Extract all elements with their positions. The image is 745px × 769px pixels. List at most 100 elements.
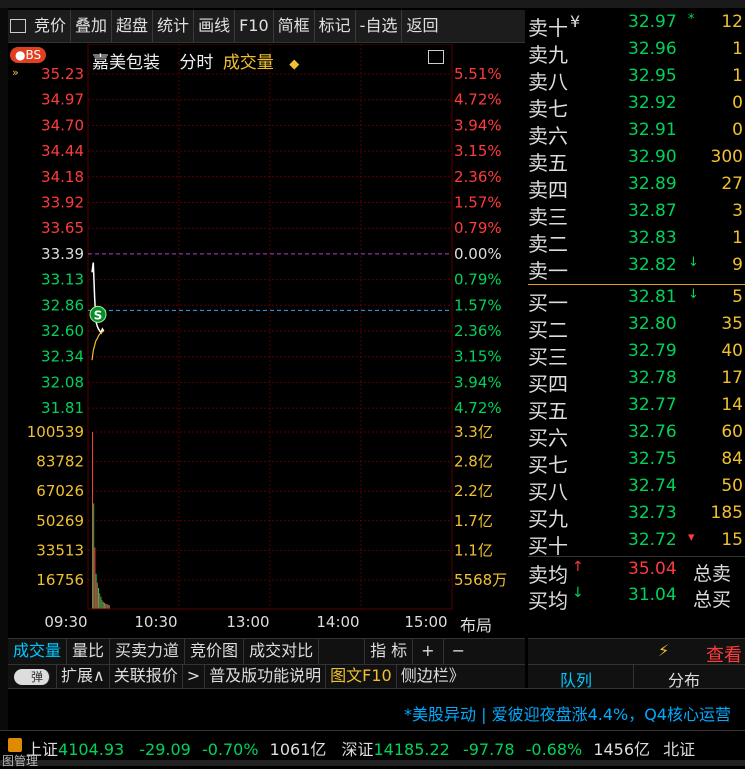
asks-row[interactable]: 卖八 32.95 1 bbox=[528, 66, 745, 94]
feature-description-link[interactable]: 普及版功能说明 bbox=[205, 665, 327, 689]
bids-price: 32.74 bbox=[628, 476, 677, 496]
price-tick-label: 32.60 bbox=[41, 322, 84, 340]
chart-indicator[interactable]: 成交量 bbox=[223, 53, 274, 73]
tab-volume-ratio[interactable]: 量比 bbox=[67, 639, 111, 665]
intraday-chart[interactable]: 35.23 5.51% 34.97 4.72% 34.70 3.94% 34.44 3.15%… bbox=[8, 44, 525, 639]
asks-level-label: 卖十 bbox=[528, 16, 568, 40]
sh-index[interactable]: 上证4104.93 -29.09 -0.70% 1061亿 深证14185.22… bbox=[26, 736, 695, 760]
related-quotes-button[interactable]: 关联报价 bbox=[110, 665, 183, 689]
bids-volume: 17 bbox=[721, 368, 743, 388]
chart-canvas: 35.23 5.51% 34.97 4.72% 34.70 3.94% 34.44 3.15%… bbox=[27, 44, 507, 631]
asks-volume: 12 bbox=[721, 12, 743, 32]
asks-price: 32.91 bbox=[628, 120, 677, 140]
time-tick-label: 15:00 bbox=[404, 613, 447, 631]
volume-tick-label: 67026 bbox=[36, 482, 84, 500]
bids-row[interactable]: 买二 32.80 35 bbox=[528, 314, 745, 342]
bids-price: 32.73 bbox=[628, 503, 677, 523]
asks-price: 32.90 bbox=[628, 147, 677, 167]
bids-volume: 50 bbox=[721, 476, 743, 496]
collapse-chevron-icon[interactable]: » bbox=[12, 66, 19, 79]
toolbar-stats[interactable]: 统计 bbox=[153, 10, 195, 42]
toolbar-simple[interactable]: 简框 bbox=[274, 10, 315, 42]
layout-label[interactable]: 布局 bbox=[460, 612, 492, 636]
volume-bar bbox=[96, 582, 98, 609]
percent-tick-label: 4.72% bbox=[454, 399, 502, 417]
tab-volume[interactable]: 成交量 bbox=[8, 639, 68, 665]
bids-row[interactable]: 买七 32.75 84 bbox=[528, 449, 745, 477]
tab-bidding-chart[interactable]: 竞价图 bbox=[185, 639, 245, 665]
bids-volume: 60 bbox=[721, 422, 743, 442]
bids-row[interactable]: 买六 32.76 60 bbox=[528, 422, 745, 450]
asks-row[interactable]: 卖五 32.90 300 bbox=[528, 147, 745, 175]
bs-badge[interactable]: ●BS bbox=[10, 47, 47, 63]
f10-graphic-button[interactable]: 图文F10 bbox=[326, 665, 397, 689]
asks-volume: 1 bbox=[732, 228, 743, 248]
bids-row[interactable]: 买四 32.78 17 bbox=[528, 368, 745, 396]
asks-row[interactable]: 卖七 32.92 0 bbox=[528, 93, 745, 121]
toolbar-bidding[interactable]: 竞价 bbox=[30, 10, 72, 42]
tab-indicator[interactable]: 指 标 bbox=[364, 639, 414, 665]
bids-volume: 14 bbox=[721, 395, 743, 415]
add-button[interactable]: + bbox=[413, 639, 444, 665]
bids-row[interactable]: 买十 32.72 ▾ 15 bbox=[528, 530, 745, 558]
bids-volume: 84 bbox=[721, 449, 743, 469]
tab-volume-compare[interactable]: 成交对比 bbox=[244, 639, 320, 665]
asks-level-label: 卖三 bbox=[528, 205, 568, 229]
chart-mode[interactable]: 分时 bbox=[179, 53, 213, 73]
market-icon[interactable] bbox=[8, 738, 22, 752]
bids-level-label: 买一 bbox=[528, 291, 568, 315]
bids-price: 32.78 bbox=[628, 368, 677, 388]
news-text[interactable]: *美股异动 | 爱彼迎夜盘涨4.4%，Q4核心运营 bbox=[404, 701, 731, 725]
toolbar-draw[interactable]: 画线 bbox=[194, 10, 236, 42]
switch-indicator-icon[interactable]: ◆ bbox=[289, 57, 299, 72]
avg-price: 35.04 bbox=[628, 559, 677, 579]
bids-row[interactable]: 买五 32.77 14 bbox=[528, 395, 745, 423]
percent-tick-label: 3.15% bbox=[454, 348, 502, 366]
asks-level-label: 卖八 bbox=[528, 70, 568, 94]
bids-row[interactable]: 买八 32.74 50 bbox=[528, 476, 745, 504]
asks-row[interactable]: 卖十 ¥32.97 * 12 bbox=[528, 12, 745, 40]
toolbar-super[interactable]: 超盘 bbox=[112, 10, 154, 42]
popup-toggle[interactable]: 弹 bbox=[8, 665, 57, 689]
asks-row[interactable]: 卖四 32.89 27 bbox=[528, 174, 745, 202]
toolbar-overlay[interactable]: 叠加 bbox=[71, 10, 113, 42]
sz-label: 深证 bbox=[341, 740, 374, 759]
window-toggle-icon[interactable] bbox=[10, 19, 26, 33]
bj-label: 北证 bbox=[663, 740, 696, 759]
maximize-icon[interactable] bbox=[428, 50, 444, 64]
avg-divider bbox=[528, 556, 745, 557]
asks-row[interactable]: 卖三 32.87 3 bbox=[528, 201, 745, 229]
toolbar-f10[interactable]: F10 bbox=[235, 10, 274, 42]
tab-buy-sell-force[interactable]: 买卖力道 bbox=[110, 639, 186, 665]
toolbar-remove-watch[interactable]: -自选 bbox=[356, 10, 403, 42]
remove-button[interactable]: − bbox=[444, 639, 473, 665]
bids-row[interactable]: 买三 32.79 40 bbox=[528, 341, 745, 369]
asks-level-label: 卖二 bbox=[528, 232, 568, 256]
sidebar-button[interactable]: 侧边栏》 bbox=[397, 665, 469, 689]
news-ticker[interactable]: *美股异动 | 爱彼迎夜盘涨4.4%，Q4核心运营 bbox=[8, 688, 745, 731]
price-tick-label: 34.97 bbox=[41, 91, 84, 109]
asks-volume: 300 bbox=[710, 147, 743, 167]
lightning-icon[interactable]: ⚡ bbox=[658, 641, 669, 660]
asks-row[interactable]: 卖二 32.83 1 bbox=[528, 228, 745, 256]
toolbar-back[interactable]: 返回 bbox=[402, 10, 442, 42]
asks-volume: 1 bbox=[732, 39, 743, 59]
bids-price: 32.80 bbox=[628, 314, 677, 334]
percent-tick-label: 3.94% bbox=[454, 116, 502, 134]
asks-volume: 0 bbox=[732, 93, 743, 113]
asks-row[interactable]: 卖一 32.82 ↓ 9 bbox=[528, 255, 745, 283]
expand-button[interactable]: 扩展∧ bbox=[57, 665, 110, 689]
bids-price: 32.77 bbox=[628, 395, 677, 415]
asks-row[interactable]: 卖九 32.96 1 bbox=[528, 39, 745, 67]
volume-bar bbox=[108, 605, 110, 609]
bids-row[interactable]: 买一 32.81 ↓ 5 bbox=[528, 287, 745, 315]
bids-row[interactable]: 买九 32.73 185 bbox=[528, 503, 745, 531]
asks-level-label: 卖七 bbox=[528, 97, 568, 121]
sh-value: 4104.93 bbox=[58, 740, 125, 759]
toolbar-mark[interactable]: 标记 bbox=[315, 10, 356, 42]
price-tick-label: 35.23 bbox=[41, 65, 84, 83]
next-arrow-button[interactable]: > bbox=[183, 665, 206, 689]
asks-row[interactable]: 卖六 32.91 0 bbox=[528, 120, 745, 148]
bids-level-label: 买二 bbox=[528, 318, 568, 342]
price-change-arrow-icon: ↓ bbox=[688, 287, 699, 302]
